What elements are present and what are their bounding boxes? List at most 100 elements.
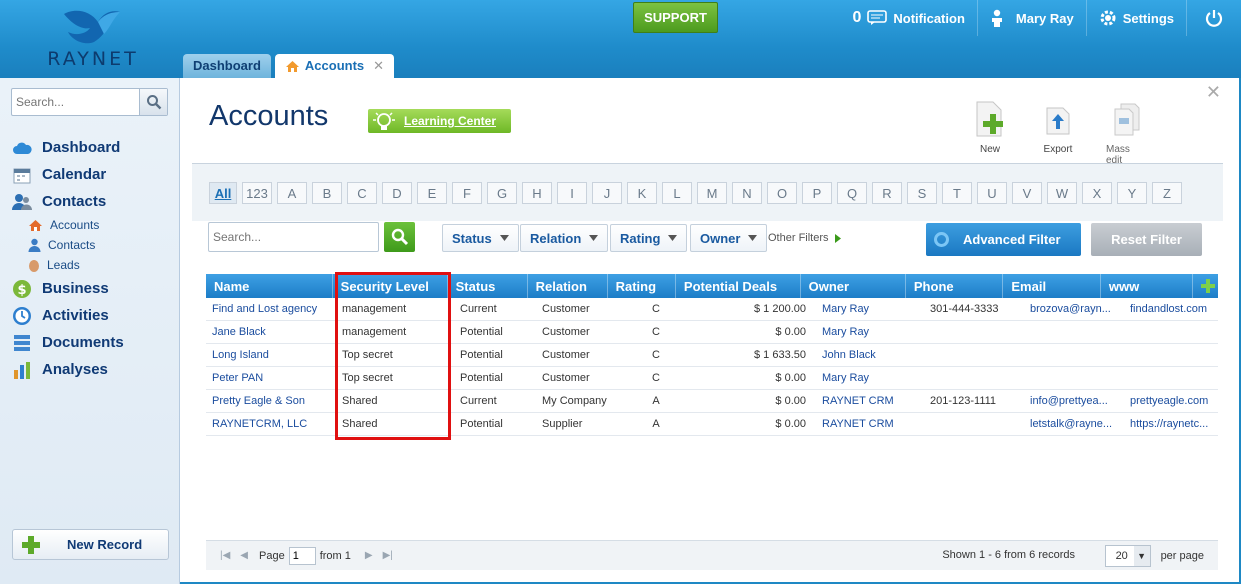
add-column-icon[interactable] xyxy=(1193,274,1219,298)
notification-button[interactable]: 0 Notification xyxy=(840,0,976,36)
owner-filter-dropdown[interactable]: Owner xyxy=(690,224,768,252)
column-header-www[interactable]: www xyxy=(1101,274,1193,298)
letter-filter-r[interactable]: R xyxy=(872,182,902,204)
user-menu[interactable]: Mary Ray xyxy=(976,0,1086,36)
export-button[interactable]: Export xyxy=(1038,100,1078,166)
letter-filter-b[interactable]: B xyxy=(312,182,342,204)
cell-www[interactable] xyxy=(1124,344,1218,366)
letter-filter-u[interactable]: U xyxy=(977,182,1007,204)
tab-dashboard[interactable]: Dashboard xyxy=(183,54,271,78)
reset-filter-button[interactable]: Reset Filter xyxy=(1091,223,1202,256)
column-header-email[interactable]: Email xyxy=(1003,274,1101,298)
cell-email[interactable]: letstalk@rayne... xyxy=(1024,413,1124,435)
letter-filter-y[interactable]: Y xyxy=(1117,182,1147,204)
support-button[interactable]: SUPPORT xyxy=(633,2,718,33)
column-header-name[interactable]: Name xyxy=(206,274,333,298)
status-filter-dropdown[interactable]: Status xyxy=(442,224,519,252)
relation-filter-dropdown[interactable]: Relation xyxy=(520,224,609,252)
letter-filter-f[interactable]: F xyxy=(452,182,482,204)
cell-name[interactable]: Peter PAN xyxy=(206,367,336,389)
letter-filter-a[interactable]: A xyxy=(277,182,307,204)
account-search-input[interactable] xyxy=(209,223,369,251)
letter-filter-all[interactable]: All xyxy=(209,182,237,204)
nav-dashboard[interactable]: Dashboard xyxy=(12,134,172,161)
letter-filter-s[interactable]: S xyxy=(907,182,937,204)
nav-calendar[interactable]: Calendar xyxy=(12,161,172,188)
letter-filter-k[interactable]: K xyxy=(627,182,657,204)
next-page-icon[interactable]: ▶ xyxy=(365,550,373,561)
search-button[interactable] xyxy=(139,89,167,115)
cell-email[interactable] xyxy=(1024,321,1124,343)
letter-filter-q[interactable]: Q xyxy=(837,182,867,204)
letter-filter-h[interactable]: H xyxy=(522,182,552,204)
letter-filter-123[interactable]: 123 xyxy=(242,182,272,204)
cell-name[interactable]: RAYNETCRM, LLC xyxy=(206,413,336,435)
cell-email[interactable]: info@prettyea... xyxy=(1024,390,1124,412)
letter-filter-l[interactable]: L xyxy=(662,182,692,204)
letter-filter-n[interactable]: N xyxy=(732,182,762,204)
cell-owner[interactable]: John Black xyxy=(816,344,924,366)
letter-filter-c[interactable]: C xyxy=(347,182,377,204)
letter-filter-j[interactable]: J xyxy=(592,182,622,204)
cell-www[interactable]: https://raynetc... xyxy=(1124,413,1218,435)
cell-email[interactable] xyxy=(1024,367,1124,389)
cell-email[interactable]: brozova@rayn... xyxy=(1024,298,1124,320)
letter-filter-e[interactable]: E xyxy=(417,182,447,204)
advanced-filter-button[interactable]: Advanced Filter xyxy=(926,223,1081,256)
column-header-owner[interactable]: Owner xyxy=(801,274,906,298)
letter-filter-g[interactable]: G xyxy=(487,182,517,204)
nav-analyses[interactable]: Analyses xyxy=(12,356,172,383)
close-panel-icon[interactable]: ✕ xyxy=(1206,82,1221,103)
raynet-logo[interactable]: RAYNET xyxy=(28,8,158,70)
column-header-rating[interactable]: Rating xyxy=(608,274,676,298)
letter-filter-o[interactable]: O xyxy=(767,182,797,204)
cell-name[interactable]: Jane Black xyxy=(206,321,336,343)
cell-email[interactable] xyxy=(1024,344,1124,366)
sidebar-item-contacts[interactable]: Contacts xyxy=(12,235,172,255)
rating-filter-dropdown[interactable]: Rating xyxy=(610,224,688,252)
letter-filter-i[interactable]: I xyxy=(557,182,587,204)
cell-owner[interactable]: Mary Ray xyxy=(816,321,924,343)
column-header-potential-deals[interactable]: Potential Deals xyxy=(676,274,801,298)
cell-name[interactable]: Long Island xyxy=(206,344,336,366)
per-page-select[interactable]: 20 ▼ xyxy=(1104,545,1151,567)
cell-www[interactable]: findandlost.com xyxy=(1124,298,1218,320)
letter-filter-d[interactable]: D xyxy=(382,182,412,204)
tab-accounts[interactable]: Accounts ✕ xyxy=(274,54,395,78)
cell-www[interactable] xyxy=(1124,321,1218,343)
cell-www[interactable] xyxy=(1124,367,1218,389)
other-filters-link[interactable]: Other Filters xyxy=(768,232,841,244)
last-page-icon[interactable]: ▶| xyxy=(383,550,393,561)
new-record-button[interactable]: New Record xyxy=(12,529,169,560)
letter-filter-x[interactable]: X xyxy=(1082,182,1112,204)
nav-activities[interactable]: Activities xyxy=(12,302,172,329)
close-tab-icon[interactable]: ✕ xyxy=(373,54,384,78)
cell-owner[interactable]: Mary Ray xyxy=(816,367,924,389)
new-button[interactable]: New xyxy=(970,100,1010,166)
nav-documents[interactable]: Documents xyxy=(12,329,172,356)
learning-center-button[interactable]: Learning Center xyxy=(368,109,511,133)
letter-filter-m[interactable]: M xyxy=(697,182,727,204)
cell-owner[interactable]: Mary Ray xyxy=(816,298,924,320)
letter-filter-w[interactable]: W xyxy=(1047,182,1077,204)
cell-name[interactable]: Find and Lost agency xyxy=(206,298,336,320)
sidebar-search-input[interactable] xyxy=(12,89,140,115)
letter-filter-v[interactable]: V xyxy=(1012,182,1042,204)
column-header-relation[interactable]: Relation xyxy=(528,274,608,298)
cell-owner[interactable]: RAYNET CRM xyxy=(816,413,924,435)
logout-button[interactable] xyxy=(1186,0,1241,36)
letter-filter-t[interactable]: T xyxy=(942,182,972,204)
sidebar-item-accounts[interactable]: Accounts xyxy=(12,215,172,235)
nav-contacts[interactable]: Contacts xyxy=(12,188,172,215)
first-page-icon[interactable]: |◀ xyxy=(220,550,230,561)
settings-button[interactable]: Settings xyxy=(1085,0,1186,36)
prev-page-icon[interactable]: ◀ xyxy=(240,550,248,561)
letter-filter-z[interactable]: Z xyxy=(1152,182,1182,204)
nav-business[interactable]: $ Business xyxy=(12,275,172,302)
mass-edit-button[interactable]: Mass edit xyxy=(1106,100,1146,166)
cell-owner[interactable]: RAYNET CRM xyxy=(816,390,924,412)
search-go-button[interactable] xyxy=(384,222,415,252)
column-header-phone[interactable]: Phone xyxy=(906,274,1004,298)
letter-filter-p[interactable]: P xyxy=(802,182,832,204)
column-header-status[interactable]: Status xyxy=(448,274,528,298)
